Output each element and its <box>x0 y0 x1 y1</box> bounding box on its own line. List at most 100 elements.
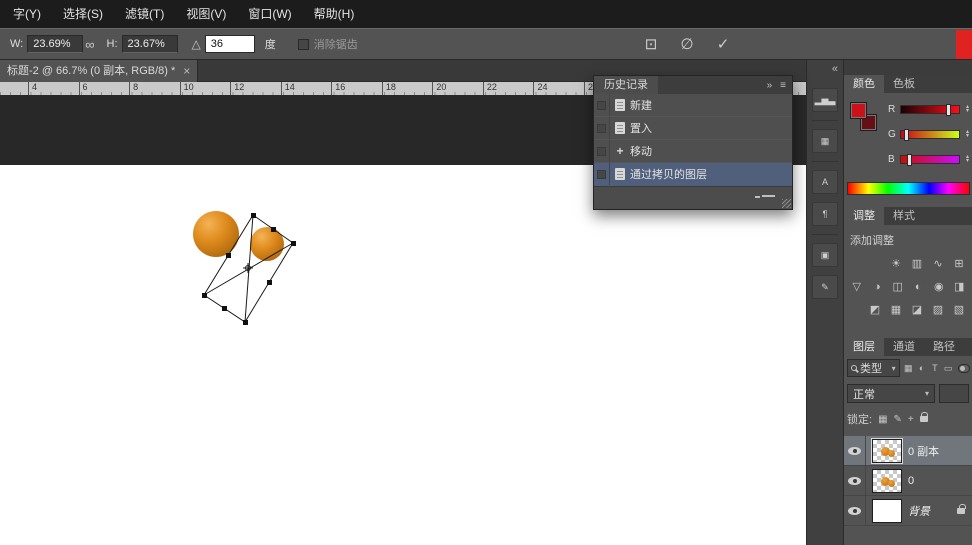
filter-type-icon[interactable]: T <box>930 363 939 373</box>
panel-resize-grip[interactable] <box>782 199 791 208</box>
history-brush-well[interactable] <box>594 94 610 116</box>
lock-all-icon[interactable] <box>920 416 928 422</box>
tab-paths[interactable]: 路径 <box>924 338 964 356</box>
menu-view[interactable]: 视图(V) <box>175 0 237 28</box>
layer-thumbnail[interactable] <box>872 469 902 493</box>
background-lock-icon <box>957 508 965 514</box>
red-slider[interactable] <box>900 105 960 114</box>
layer-row-0[interactable]: 0 <box>844 466 972 496</box>
tab-layers[interactable]: 图层 <box>844 338 884 356</box>
tab-color[interactable]: 颜色 <box>844 75 884 93</box>
history-item-layer-via-copy[interactable]: 通过拷贝的图层 <box>594 163 792 186</box>
history-panel-tab[interactable]: 历史记录 <box>594 76 658 94</box>
layer-filter-type-dropdown[interactable]: 类型 ▾ <box>847 359 900 377</box>
adjustment-icon-row: ☀ ▥ ∿ ⊞ <box>848 256 968 271</box>
tab-styles[interactable]: 样式 <box>884 207 924 225</box>
free-transform-bounding-box[interactable] <box>190 205 305 330</box>
history-panel-footer <box>594 186 792 209</box>
filter-pixel-icon[interactable]: ▦ <box>904 363 913 374</box>
selective-color-icon[interactable]: ▧ <box>950 302 968 317</box>
spin-down-icon[interactable]: ▾ <box>962 134 972 138</box>
visibility-toggle[interactable] <box>844 496 866 525</box>
visibility-toggle[interactable] <box>844 466 866 495</box>
green-value-spinner[interactable]: ▴ ▾ <box>962 130 972 138</box>
width-input[interactable] <box>27 35 83 53</box>
green-slider[interactable] <box>900 130 960 139</box>
layer-thumbnail[interactable] <box>872 499 902 523</box>
levels-icon[interactable]: ▥ <box>908 256 926 271</box>
clone-source-panel-icon[interactable]: ▣ <box>812 243 838 267</box>
height-label[interactable]: H: <box>107 38 118 50</box>
antialias-checkbox[interactable] <box>298 39 309 50</box>
close-tab-icon[interactable]: × <box>183 60 190 82</box>
blend-mode-dropdown[interactable]: 正常 ▾ <box>847 384 935 403</box>
channel-mixer-icon[interactable]: ◨ <box>951 279 969 294</box>
panel-menu-icon[interactable]: ≡ <box>780 80 786 91</box>
blue-value-spinner[interactable]: ▴ ▾ <box>962 155 972 163</box>
green-slider-thumb[interactable] <box>904 129 909 141</box>
history-item-place[interactable]: 置入 <box>594 117 792 140</box>
width-label[interactable]: W: <box>10 38 23 50</box>
history-list: 新建 置入 + 移动 通过拷贝的图层 <box>594 94 792 186</box>
history-brush-well[interactable] <box>594 117 610 139</box>
tab-swatches[interactable]: 色板 <box>884 75 924 93</box>
brush-presets-panel-icon[interactable]: ✎ <box>812 275 838 299</box>
history-item-move[interactable]: + 移动 <box>594 140 792 163</box>
maintain-aspect-icon[interactable]: ∞ <box>85 37 94 52</box>
menu-filter[interactable]: 滤镜(T) <box>114 0 175 28</box>
opacity-field[interactable] <box>939 384 969 403</box>
blue-slider-thumb[interactable] <box>907 154 912 166</box>
history-brush-well[interactable] <box>594 163 610 185</box>
histogram-panel-icon[interactable]: ▂▅▃ <box>812 88 838 112</box>
color-balance-icon[interactable]: ◫ <box>889 279 907 294</box>
filter-adjustment-icon[interactable]: ◐ <box>917 363 926 373</box>
paragraph-panel-icon[interactable]: ¶ <box>812 202 838 226</box>
cancel-transform-icon[interactable]: ∅ <box>676 35 698 53</box>
filter-shape-icon[interactable]: ▭ <box>944 363 953 374</box>
curves-icon[interactable]: ∿ <box>929 256 947 271</box>
red-value-spinner[interactable]: ▴ ▾ <box>962 105 972 113</box>
warp-mode-toggle-icon[interactable]: ⊡ <box>640 35 662 53</box>
menu-type[interactable]: 字(Y) <box>2 0 52 28</box>
commit-transform-icon[interactable]: ✓ <box>712 35 734 53</box>
color-spectrum-ramp[interactable] <box>847 182 970 195</box>
blue-slider[interactable] <box>900 155 960 164</box>
layer-row-0-copy[interactable]: 0 副本 <box>844 436 972 466</box>
invert-icon[interactable]: ◩ <box>866 302 884 317</box>
document-tab[interactable]: 标题-2 @ 66.7% (0 副本, RGB/8) * × <box>0 60 198 82</box>
threshold-icon[interactable]: ◪ <box>908 302 926 317</box>
height-input[interactable] <box>122 35 178 53</box>
brightness-contrast-icon[interactable]: ☀ <box>887 256 905 271</box>
red-slider-thumb[interactable] <box>946 104 951 116</box>
menu-select[interactable]: 选择(S) <box>52 0 114 28</box>
exposure-icon[interactable]: ⊞ <box>950 256 968 271</box>
spin-down-icon[interactable]: ▾ <box>962 109 972 113</box>
menu-help[interactable]: 帮助(H) <box>303 0 366 28</box>
rotation-input[interactable] <box>205 35 255 53</box>
lock-transparency-icon[interactable]: ▦ <box>878 414 887 425</box>
tab-adjustments[interactable]: 调整 <box>844 207 884 225</box>
posterize-icon[interactable]: ▦ <box>887 302 905 317</box>
character-panel-icon[interactable]: A <box>812 170 838 194</box>
filter-toggle-switch[interactable] <box>958 364 970 373</box>
layer-row-background[interactable]: 背景 <box>844 496 972 526</box>
history-item-new[interactable]: 新建 <box>594 94 792 117</box>
document-canvas[interactable] <box>0 165 806 545</box>
spin-down-icon[interactable]: ▾ <box>962 159 972 163</box>
vibrance-icon[interactable]: ▽ <box>848 279 866 294</box>
photo-filter-icon[interactable]: ◉ <box>930 279 948 294</box>
history-brush-well[interactable] <box>594 140 610 162</box>
menu-window[interactable]: 窗口(W) <box>237 0 302 28</box>
expand-dock-icon[interactable]: « <box>832 63 838 75</box>
layer-thumbnail[interactable] <box>872 439 902 463</box>
foreground-color-swatch[interactable] <box>850 102 867 119</box>
tab-channels[interactable]: 通道 <box>884 338 924 356</box>
collapse-panel-icon[interactable]: » <box>767 80 773 91</box>
visibility-toggle[interactable] <box>844 436 866 465</box>
gradient-map-icon[interactable]: ▨ <box>929 302 947 317</box>
hue-saturation-icon[interactable]: ◑ <box>869 279 887 294</box>
lock-position-icon[interactable]: + <box>908 414 914 425</box>
lock-pixels-icon[interactable]: ✎ <box>894 414 902 425</box>
black-white-icon[interactable]: ◐ <box>910 279 928 294</box>
info-panel-icon[interactable]: ▦ <box>812 129 838 153</box>
